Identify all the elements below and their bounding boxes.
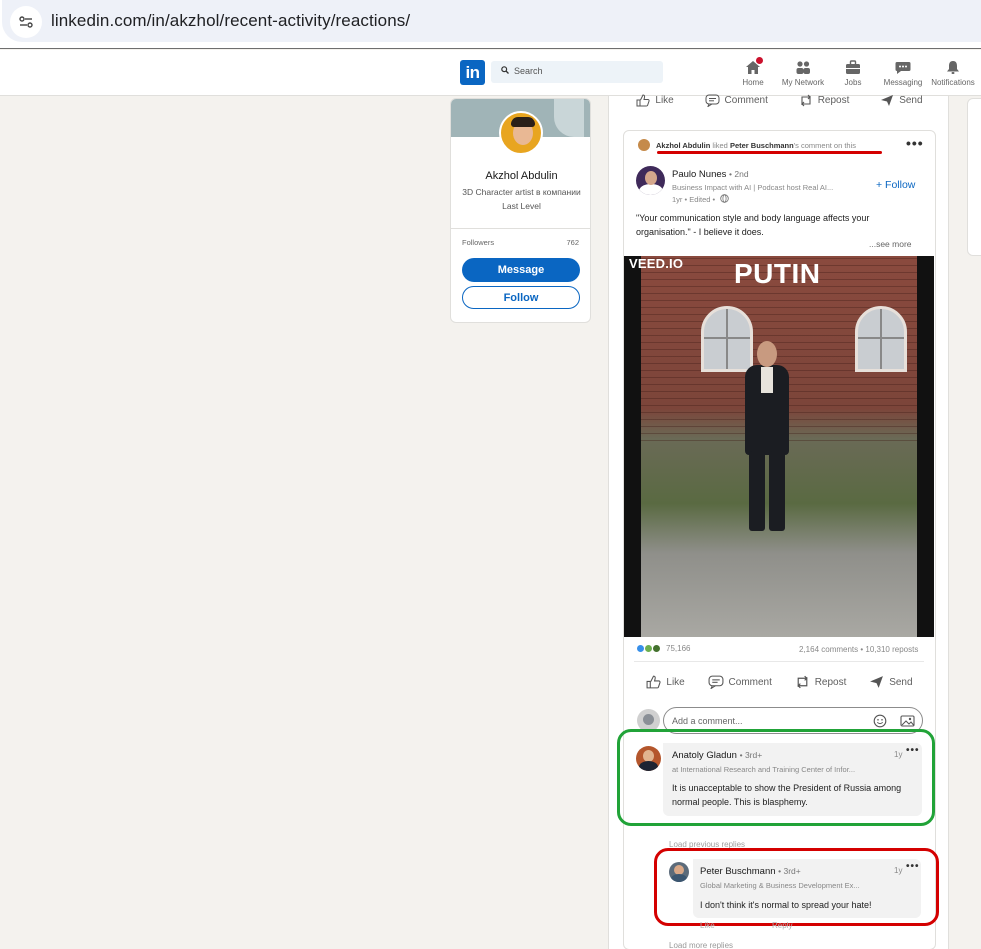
briefcase-icon — [846, 59, 860, 74]
like-icon — [636, 93, 650, 106]
nav-my-network[interactable]: My Network — [780, 58, 826, 87]
previous-post-actions: Like Comment Repost Send — [609, 89, 950, 111]
nav-jobs[interactable]: Jobs — [838, 58, 868, 87]
search-icon — [501, 66, 509, 74]
reply-like-button[interactable]: Like — [700, 921, 715, 930]
green-highlight-annotation — [617, 729, 935, 826]
network-icon — [796, 60, 810, 74]
send-icon — [870, 676, 884, 688]
nav-messaging[interactable]: Messaging — [882, 58, 924, 87]
like-button[interactable]: Like — [646, 675, 685, 689]
post-text: "Your communication style and body langu… — [636, 213, 870, 237]
post-video[interactable]: VEED.IO PUTIN — [624, 256, 934, 637]
message-icon — [895, 61, 911, 74]
follow-button[interactable]: Follow — [462, 286, 580, 309]
author-headline: Business Impact with AI | Podcast host R… — [672, 183, 834, 192]
followers-count: 762 — [566, 238, 579, 247]
url-text[interactable]: linkedin.com/in/akzhol/recent-activity/r… — [51, 11, 410, 31]
actor-avatar — [638, 139, 650, 151]
see-more-link[interactable]: ...see more — [869, 239, 912, 249]
video-person — [739, 341, 795, 531]
profile-name[interactable]: Akzhol Abdulin — [451, 170, 590, 182]
address-bar[interactable]: linkedin.com/in/akzhol/recent-activity/r… — [2, 0, 981, 42]
like-icon — [646, 675, 661, 689]
red-highlight-annotation — [654, 848, 939, 926]
search-input[interactable]: Search — [491, 61, 663, 83]
comment-icon — [705, 94, 720, 107]
load-more-replies[interactable]: Load more replies — [669, 941, 733, 949]
author-avatar[interactable] — [636, 166, 665, 195]
bell-icon — [947, 60, 959, 74]
comment-button[interactable]: Comment — [705, 94, 768, 107]
globe-icon — [720, 194, 730, 203]
search-placeholder: Search — [514, 66, 543, 76]
reactions-summary[interactable]: 75,166 — [636, 644, 690, 653]
divider — [451, 228, 590, 229]
browser-bar: linkedin.com/in/akzhol/recent-activity/r… — [0, 0, 981, 49]
repost-icon — [800, 94, 811, 106]
profile-headline: 3D Character artist в компании Last Leve… — [462, 187, 581, 211]
support-reaction-icon — [652, 644, 661, 653]
divider — [634, 661, 924, 662]
video-caption: PUTIN — [734, 258, 821, 289]
more-options-icon[interactable]: ••• — [906, 135, 924, 151]
target-name[interactable]: Peter Buschmann — [730, 141, 794, 150]
profile-card: Akzhol Abdulin 3D Character artist в ком… — [450, 98, 591, 323]
red-underline-annotation — [657, 151, 882, 154]
send-button[interactable]: Send — [869, 675, 913, 689]
repost-icon — [797, 675, 808, 689]
like-button[interactable]: Like — [636, 93, 674, 107]
linkedin-logo[interactable]: in — [460, 60, 485, 85]
notification-badge — [755, 56, 764, 65]
actor-name[interactable]: Akzhol Abdulin — [656, 141, 710, 150]
repost-button[interactable]: Repost — [795, 675, 846, 689]
repost-button[interactable]: Repost — [799, 94, 849, 107]
video-window-right — [855, 306, 907, 372]
nav-home[interactable]: Home — [738, 56, 768, 87]
emoji-icon[interactable] — [873, 714, 887, 728]
right-sidebar-card — [967, 98, 981, 256]
post-actions: Like Comment Repost Send — [623, 671, 936, 693]
video-watermark: VEED.IO — [629, 256, 684, 271]
send-icon — [881, 94, 894, 106]
profile-avatar[interactable] — [499, 111, 543, 155]
reply-reply-button[interactable]: Reply — [772, 921, 792, 930]
site-info-icon[interactable] — [10, 6, 42, 38]
send-button[interactable]: Send — [880, 94, 923, 107]
comment-icon — [708, 675, 724, 689]
message-button[interactable]: Message — [462, 258, 580, 282]
author-name-line[interactable]: Paulo Nunes • 2nd — [672, 169, 749, 180]
image-icon[interactable] — [900, 714, 915, 728]
follow-author-button[interactable]: + Follow — [876, 179, 915, 191]
followers-label: Followers — [462, 238, 495, 247]
activity-header: Akzhol Abdulin liked Peter Buschmann's c… — [638, 139, 878, 151]
post-meta: 1yr • Edited • — [672, 194, 730, 204]
comments-reposts-count[interactable]: 2,164 comments • 10,310 reposts — [799, 645, 918, 654]
comment-button[interactable]: Comment — [708, 675, 772, 689]
nav-notifications[interactable]: Notifications — [928, 58, 978, 87]
